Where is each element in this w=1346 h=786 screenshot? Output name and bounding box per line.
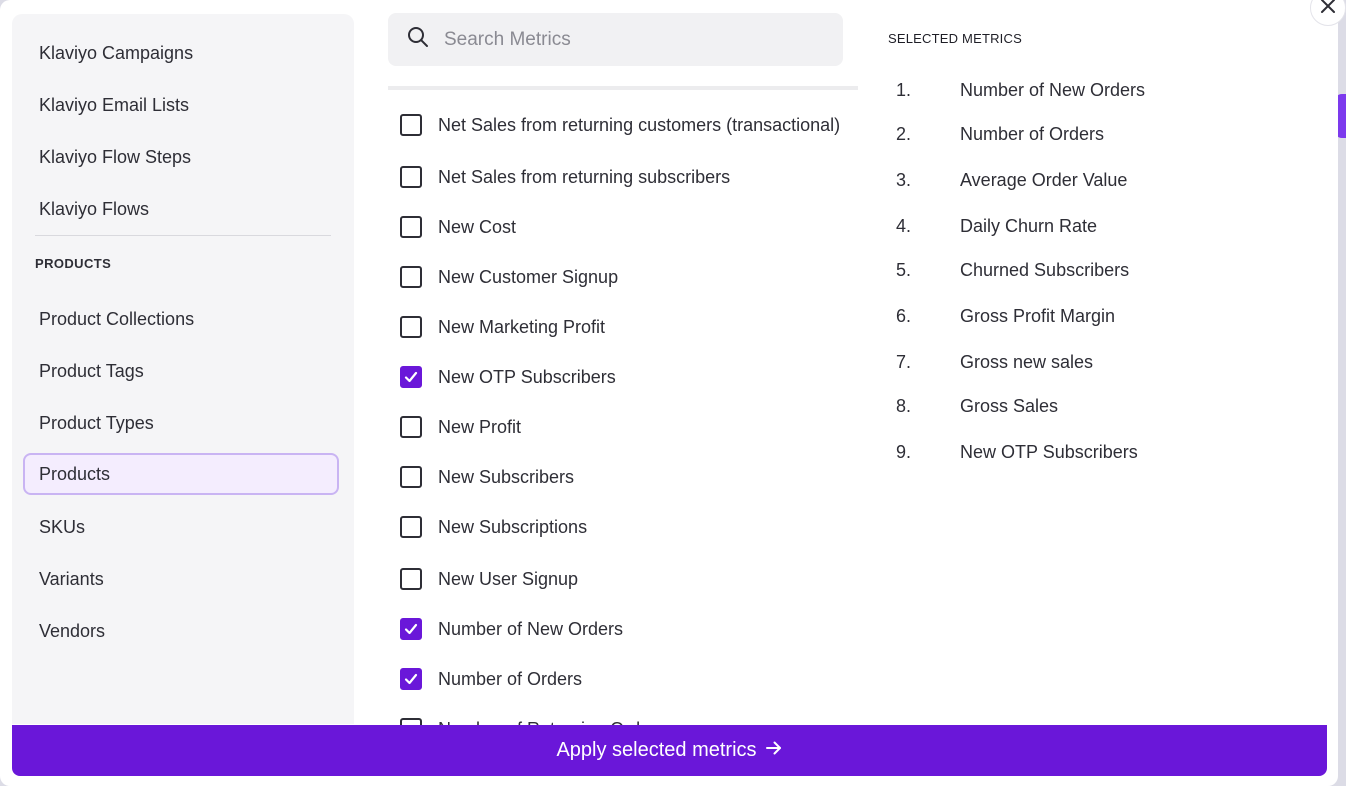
sidebar-item-klaviyo-campaigns[interactable]: Klaviyo Campaigns: [23, 32, 339, 74]
metric-option[interactable]: New Marketing Profit: [400, 312, 605, 342]
selected-metric-item: 5. Churned Subscribers: [896, 257, 1129, 283]
metric-label: Net Sales from returning subscribers: [438, 166, 731, 187]
selected-metric-label: New OTP Subscribers: [960, 441, 1138, 462]
checkbox[interactable]: [400, 568, 422, 590]
selected-metric-label: Gross Sales: [960, 395, 1059, 416]
selected-metric-item: 6. Gross Profit Margin: [896, 303, 1115, 329]
selected-metric-number: 9.: [896, 441, 912, 462]
metric-label: New Subscribers: [438, 466, 575, 487]
metric-option[interactable]: Net Sales from returning customers (tran…: [400, 110, 840, 140]
selected-metric-label: Average Order Value: [960, 169, 1128, 190]
selected-metric-item: 8. Gross Sales: [896, 393, 1058, 419]
metric-label: Number of New Orders: [438, 618, 624, 639]
selected-metric-number: 8.: [896, 395, 912, 416]
arrow-right-icon: [757, 739, 783, 763]
metric-option[interactable]: New User Signup: [400, 564, 578, 594]
selected-metric-number: 3.: [896, 169, 912, 190]
selected-metric-item: 7. Gross new sales: [896, 349, 1093, 375]
selected-metric-label: Churned Subscribers: [960, 259, 1130, 280]
checkbox[interactable]: [400, 166, 422, 188]
checkbox[interactable]: [400, 516, 422, 538]
search-input[interactable]: [442, 27, 826, 52]
selected-metric-label: Number of Orders: [960, 123, 1105, 144]
metric-option[interactable]: New Profit: [400, 412, 521, 442]
checkbox-checked[interactable]: [400, 618, 422, 640]
sidebar-item-variants[interactable]: Variants: [23, 558, 339, 600]
metric-option[interactable]: New Customer Signup: [400, 262, 618, 292]
metric-label: New Subscriptions: [438, 516, 588, 537]
selected-metric-number: 6.: [896, 305, 912, 326]
selected-metric-item: 1. Number of New Orders: [896, 77, 1145, 103]
apply-selected-metrics-button[interactable]: Apply selected metrics: [12, 725, 1327, 776]
selected-metrics-title: SELECTED METRICS: [888, 31, 1022, 46]
sidebar-divider: [35, 235, 331, 236]
selected-metric-item: 9. New OTP Subscribers: [896, 439, 1138, 465]
sidebar-item-product-types[interactable]: Product Types: [23, 402, 339, 444]
sidebar-item-klaviyo-email-lists[interactable]: Klaviyo Email Lists: [23, 84, 339, 126]
checkbox[interactable]: [400, 466, 422, 488]
checkbox-checked[interactable]: [400, 668, 422, 690]
checkbox[interactable]: [400, 316, 422, 338]
checkbox[interactable]: [400, 216, 422, 238]
metric-option[interactable]: Number of Orders: [400, 664, 582, 694]
selected-metric-label: Gross Profit Margin: [960, 305, 1116, 326]
checkmark-icon: [403, 369, 419, 385]
sidebar-item-klaviyo-flows[interactable]: Klaviyo Flows: [23, 188, 339, 230]
selected-metric-label: Daily Churn Rate: [960, 215, 1098, 236]
selected-metric-number: 5.: [896, 259, 912, 280]
metric-option[interactable]: New Cost: [400, 212, 516, 242]
search-box[interactable]: [388, 13, 843, 66]
sidebar-item-vendors[interactable]: Vendors: [23, 610, 339, 652]
metric-option[interactable]: Net Sales from returning subscribers: [400, 162, 730, 192]
sidebar-item-product-tags[interactable]: Product Tags: [23, 350, 339, 392]
checkmark-icon: [403, 671, 419, 687]
sidebar-item-products[interactable]: Products: [23, 453, 339, 495]
metric-label: New Cost: [438, 216, 517, 237]
selected-metric-item: 2. Number of Orders: [896, 121, 1104, 147]
selected-metric-label: Gross new sales: [960, 351, 1094, 372]
close-icon: [1320, 0, 1336, 19]
apply-button-label: Apply selected metrics: [556, 739, 757, 761]
selected-metric-number: 2.: [896, 123, 912, 144]
metric-label: New Profit: [438, 416, 522, 437]
selected-metric-number: 7.: [896, 351, 912, 372]
checkbox[interactable]: [400, 416, 422, 438]
checkbox[interactable]: [400, 114, 422, 136]
metric-option[interactable]: Number of New Orders: [400, 614, 623, 644]
metrics-modal: Klaviyo Campaigns Klaviyo Email Lists Kl…: [0, 0, 1338, 786]
metric-label: New Marketing Profit: [438, 316, 606, 337]
metric-label: New User Signup: [438, 568, 579, 589]
metric-label: New Customer Signup: [438, 266, 619, 287]
metric-option[interactable]: New Subscriptions: [400, 512, 587, 542]
selected-metric-number: 1.: [896, 79, 912, 100]
metrics-list: Net Sales from returning customers (tran…: [388, 86, 858, 728]
sidebar-item-skus[interactable]: SKUs: [23, 506, 339, 548]
sidebar-item-klaviyo-flow-steps[interactable]: Klaviyo Flow Steps: [23, 136, 339, 178]
sidebar-item-product-collections[interactable]: Product Collections: [23, 298, 339, 340]
checkbox-checked[interactable]: [400, 366, 422, 388]
selected-metric-item: 4. Daily Churn Rate: [896, 213, 1097, 239]
selected-metric-label: Number of New Orders: [960, 79, 1146, 100]
checkmark-icon: [403, 621, 419, 637]
metric-option[interactable]: New OTP Subscribers: [400, 362, 616, 392]
selected-metric-item: 3. Average Order Value: [896, 167, 1127, 193]
category-sidebar: Klaviyo Campaigns Klaviyo Email Lists Kl…: [12, 14, 354, 724]
metric-label: Net Sales from returning customers (tran…: [438, 114, 841, 135]
selected-metric-number: 4.: [896, 215, 912, 236]
search-icon: [406, 25, 430, 54]
metric-label: Number of Orders: [438, 668, 583, 689]
sidebar-section-label: PRODUCTS: [35, 256, 112, 271]
metric-label: New OTP Subscribers: [438, 366, 616, 387]
checkbox[interactable]: [400, 266, 422, 288]
metric-option[interactable]: New Subscribers: [400, 462, 574, 492]
